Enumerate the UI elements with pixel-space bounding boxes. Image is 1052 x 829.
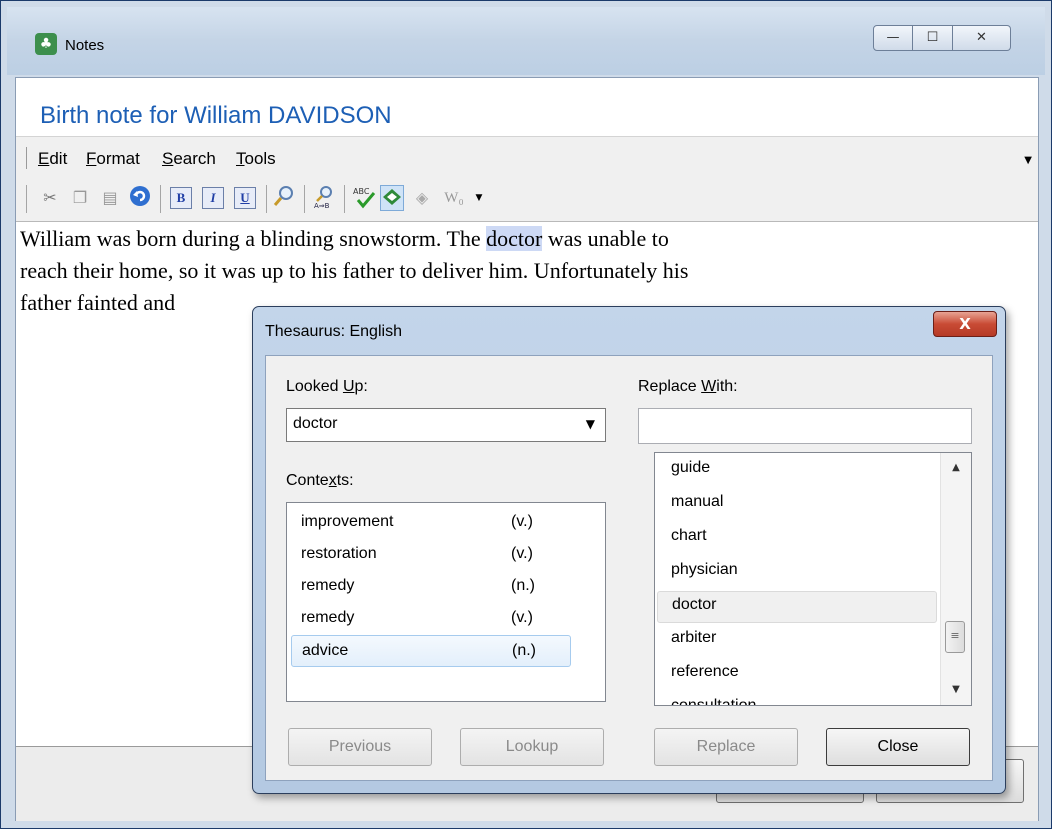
toolbar-separator bbox=[160, 185, 161, 213]
scroll-thumb[interactable]: ≡ bbox=[945, 621, 965, 653]
bold-icon[interactable]: B bbox=[170, 187, 192, 209]
looked-up-value: doctor bbox=[293, 415, 338, 432]
context-item[interactable]: remedy (v.) bbox=[291, 603, 571, 635]
dialog-body: Looked Up: doctor ▼ Replace With: Contex… bbox=[265, 355, 993, 781]
contexts-list[interactable]: improvement (v.) restoration (v.) remedy (n… bbox=[286, 502, 606, 702]
scroll-down-icon[interactable]: ▼ bbox=[941, 675, 971, 705]
svg-text:A⇒B: A⇒B bbox=[314, 202, 330, 209]
replace-with-label: Replace With: bbox=[638, 378, 738, 395]
synonym-item[interactable]: consultation bbox=[657, 693, 937, 705]
menu-grip[interactable] bbox=[26, 147, 29, 169]
synonym-item[interactable]: physician bbox=[657, 557, 937, 589]
previous-button[interactable]: Previous bbox=[288, 728, 432, 766]
toolbar-separator bbox=[304, 185, 305, 213]
menu-tools[interactable]: Tools bbox=[236, 149, 276, 169]
svg-text:ABC: ABC bbox=[353, 187, 370, 196]
cut-icon[interactable]: ✂ bbox=[38, 185, 62, 211]
note-line-2: reach their home, so it was up to his fa… bbox=[20, 258, 689, 283]
replace-button[interactable]: Replace bbox=[654, 728, 798, 766]
thesaurus-dialog: Thesaurus: English X Looked Up: doctor ▼… bbox=[252, 306, 1006, 794]
synonyms-list[interactable]: guide manual chart physician doctor arbi… bbox=[654, 452, 972, 706]
scroll-up-icon[interactable]: ▲ bbox=[941, 453, 971, 483]
word-count-icon[interactable]: W₀ bbox=[438, 185, 470, 211]
dialog-title: Thesaurus: English bbox=[265, 323, 402, 340]
minimize-button[interactable]: — bbox=[873, 25, 913, 51]
synonyms-scrollbar[interactable]: ▲ ≡ ▼ bbox=[940, 453, 971, 705]
synonym-item[interactable]: guide bbox=[657, 455, 937, 487]
synonym-item-selected[interactable]: doctor bbox=[657, 591, 937, 623]
chevron-down-icon: ▼ bbox=[585, 417, 595, 431]
menu-overflow-icon[interactable]: ▼ bbox=[1024, 155, 1032, 166]
highlighted-word: doctor bbox=[486, 226, 543, 251]
find-icon[interactable] bbox=[272, 185, 296, 211]
spellcheck-icon[interactable]: ABC bbox=[352, 185, 376, 211]
context-item[interactable]: restoration (v.) bbox=[291, 539, 571, 571]
context-item-selected[interactable]: advice (n.) bbox=[291, 635, 571, 667]
context-item[interactable]: remedy (n.) bbox=[291, 571, 571, 603]
menu-bar: Edit Format Search Tools ▼ bbox=[16, 136, 1038, 177]
grammar-icon[interactable]: ◈ bbox=[410, 185, 434, 211]
looked-up-dropdown[interactable]: doctor ▼ bbox=[286, 408, 606, 442]
synonym-item[interactable]: chart bbox=[657, 523, 937, 555]
undo-icon[interactable] bbox=[128, 185, 152, 211]
close-window-button[interactable]: ✕ bbox=[953, 25, 1011, 51]
maximize-button[interactable]: ☐ bbox=[913, 25, 953, 51]
window-title: Notes bbox=[65, 37, 105, 54]
toolbar-overflow-icon[interactable]: ▼ bbox=[472, 185, 486, 211]
note-heading: Birth note for William DAVIDSON bbox=[40, 102, 392, 129]
looked-up-label: Looked Up: bbox=[286, 378, 368, 395]
context-item[interactable]: improvement (v.) bbox=[291, 507, 571, 539]
menu-search[interactable]: Search bbox=[162, 149, 216, 169]
lookup-button[interactable]: Lookup bbox=[460, 728, 604, 766]
close-button[interactable]: Close bbox=[826, 728, 970, 766]
synonym-item[interactable]: manual bbox=[657, 489, 937, 521]
note-line-1: William was born during a blinding snows… bbox=[20, 226, 669, 251]
replace-with-input[interactable] bbox=[638, 408, 972, 444]
thesaurus-icon[interactable] bbox=[380, 185, 404, 211]
toolbar: ✂ ❐ ▤ B I U A⇒B ABC ◈ W₀ ▼ bbox=[16, 177, 1038, 222]
copy-icon[interactable]: ❐ bbox=[68, 185, 92, 211]
contexts-label: Contexts: bbox=[286, 472, 354, 489]
note-line-3: father fainted and bbox=[20, 290, 176, 315]
menu-edit[interactable]: Edit bbox=[38, 149, 67, 169]
paste-icon[interactable]: ▤ bbox=[98, 185, 122, 211]
replace-icon[interactable]: A⇒B bbox=[312, 185, 336, 211]
synonym-item[interactable]: reference bbox=[657, 659, 937, 691]
toolbar-grip[interactable] bbox=[26, 185, 27, 213]
synonym-item[interactable]: arbiter bbox=[657, 625, 937, 657]
dialog-close-button[interactable]: X bbox=[933, 311, 997, 337]
italic-icon[interactable]: I bbox=[202, 187, 224, 209]
toolbar-separator bbox=[266, 185, 267, 213]
title-bar[interactable]: ♣ Notes — ☐ ✕ bbox=[7, 7, 1045, 75]
toolbar-separator bbox=[344, 185, 345, 213]
underline-icon[interactable]: U bbox=[234, 187, 256, 209]
app-tree-icon: ♣ bbox=[35, 33, 57, 55]
menu-format[interactable]: Format bbox=[86, 149, 140, 169]
